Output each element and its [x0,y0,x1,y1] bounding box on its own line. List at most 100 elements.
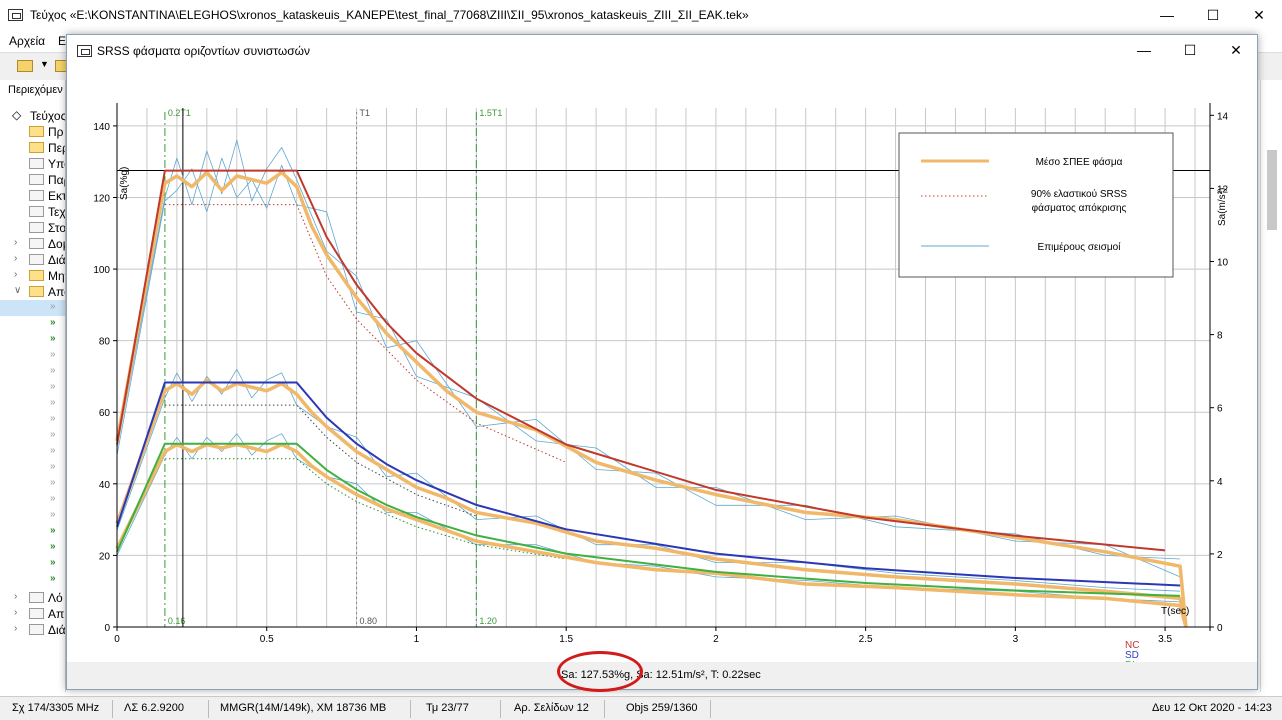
tree-item[interactable]: Υπο [0,156,65,172]
dropdown-arrow-icon[interactable]: ▼ [40,59,49,69]
tree-item[interactable]: Παρ [0,172,65,188]
dialog-maximize-button[interactable]: ☐ [1167,35,1213,66]
scrollbar-thumb[interactable] [1267,150,1277,230]
tree-header: Περιεχόμεν [8,84,63,96]
tree-item-label: Απ [48,607,65,621]
tree-leaf-item[interactable]: » [0,524,65,540]
tree-leaf-item[interactable]: » [0,572,65,588]
tree-leaf-item[interactable]: » [0,412,65,428]
y-tick-label-right: 6 [1217,404,1223,415]
folder-icon [29,222,44,233]
right-scroll-panel [1260,80,1282,692]
chevron-right-icon: » [50,333,56,344]
tree-item[interactable]: › Λό [0,590,65,606]
x-tick-label: 2 [713,634,719,645]
chevron-right-icon: » [50,445,56,456]
x-tick-label: 1.5 [559,634,573,645]
dialog-minimize-button[interactable]: — [1121,35,1167,66]
tree-item-label: Διά [48,253,66,267]
tree-item[interactable]: Περ [0,140,65,156]
tree-item-label: Τεύχος [30,109,66,123]
tree-leaf-item[interactable]: » [0,332,65,348]
folder-icon [29,158,44,169]
dialog-close-button[interactable]: ✕ [1213,35,1259,66]
tree-leaf-item[interactable]: » [0,460,65,476]
y-axis-label-right: Sa(m/s²) [1217,188,1228,226]
y-tick-label-left: 0 [104,623,110,634]
expand-icon[interactable]: › [14,269,17,280]
status-pages: Αρ. Σελίδων 12 [514,702,589,714]
dialog-title: SRSS φάσματα οριζοντίων συνιστωσών [97,44,311,58]
minimize-button[interactable]: — [1144,0,1190,31]
tree-leaf-item[interactable]: » [0,476,65,492]
tree-leaf-item[interactable]: » [0,396,65,412]
chevron-right-icon: » [50,349,56,360]
menu-edit[interactable]: E [58,34,66,48]
srss-dialog: SRSS φάσματα οριζοντίων συνιστωσών — ☐ ✕… [66,34,1259,692]
tree-item[interactable]: › Δομ [0,236,65,252]
y-tick-label-left: 140 [93,122,110,133]
tree-leaf-item[interactable]: » [0,444,65,460]
period-marker-top-label: 0.2T1 [168,108,191,118]
tree-item[interactable]: › Διά [0,622,65,638]
tree-item[interactable]: Τεχ [0,204,65,220]
tree-item-label: Μητ [48,269,65,283]
expand-icon[interactable]: › [14,253,17,264]
expand-icon[interactable]: › [14,237,17,248]
readout-bar: Sa: 127.53%g, Sa: 12.51m/s², T: 0.22sec [67,662,1257,689]
tree-leaf-item[interactable]: » [0,492,65,508]
x-tick-label: 3 [1013,634,1019,645]
tree-leaf-item[interactable]: » [0,316,65,332]
collapse-icon[interactable]: ∨ [14,285,21,296]
chevron-right-icon: » [50,477,56,488]
tree-leaf-item[interactable]: » [0,348,65,364]
folder-icon [29,174,44,185]
y-tick-label-right: 8 [1217,331,1223,342]
folder-icon [29,190,44,201]
tree-leaf-item[interactable]: » [0,556,65,572]
tree-item[interactable]: › Διά [0,252,66,268]
chevron-right-icon: » [50,573,56,584]
expand-icon[interactable]: › [14,607,17,618]
menu-files[interactable]: Αρχεία [9,34,45,48]
expand-icon[interactable]: › [14,623,17,634]
tree-leaf-item[interactable]: » [0,540,65,556]
tree-item-label: Εκτ [48,189,66,203]
folder-icon [29,608,44,619]
tree-leaf-item[interactable]: » [0,300,65,316]
y-tick-label-right: 10 [1217,258,1229,269]
tree-item[interactable]: ◇ Τεύχος [0,108,66,124]
folder-icon [29,624,44,635]
folder-icon [29,206,44,217]
period-marker-bottom-label: 0.80 [360,616,378,626]
tree-item-label: Λό [48,591,63,605]
tree-item-label: Υπο [48,157,65,171]
tree-item[interactable]: Πρ [0,124,65,140]
folder-icon [29,126,44,137]
tree-item[interactable]: ∨ Απο [0,284,65,300]
maximize-button[interactable]: ☐ [1190,0,1236,31]
dialog-icon [77,45,92,57]
expand-icon[interactable]: › [14,591,17,602]
y-tick-label-right: 2 [1217,550,1223,561]
close-button[interactable]: ✕ [1236,0,1282,31]
tree-leaf-item[interactable]: » [0,428,65,444]
tree-item[interactable]: Εκτ [0,188,66,204]
tree-leaf-item[interactable]: » [0,364,65,380]
open-folder-icon[interactable] [17,60,33,72]
tree-item[interactable]: › Μητ [0,268,65,284]
chevron-right-icon: » [50,557,56,568]
chevron-right-icon: » [50,461,56,472]
y-tick-label-right: 0 [1217,623,1223,634]
tree-leaf-item[interactable]: » [0,508,65,524]
tree-leaf-item[interactable]: » [0,380,65,396]
chart-area[interactable]: 0.2T1 0.16 T1 0.80 1.5T1 1.20 0 20 40 60 80 100 120… [67,66,1257,671]
tree-item-label: Παρ [48,173,65,187]
spectrum-chart[interactable]: 0.2T10.16T10.801.5T11.20 020406080100120… [67,66,1257,671]
tree-item-label: Περ [48,141,65,155]
tree-item[interactable]: Στο [0,220,65,236]
status-memory: MMGR(14M/149k), XM 18736 MB [220,702,387,714]
folder-icon [29,592,44,603]
y-tick-label-left: 60 [99,408,111,419]
tree-item[interactable]: › Απ [0,606,65,622]
